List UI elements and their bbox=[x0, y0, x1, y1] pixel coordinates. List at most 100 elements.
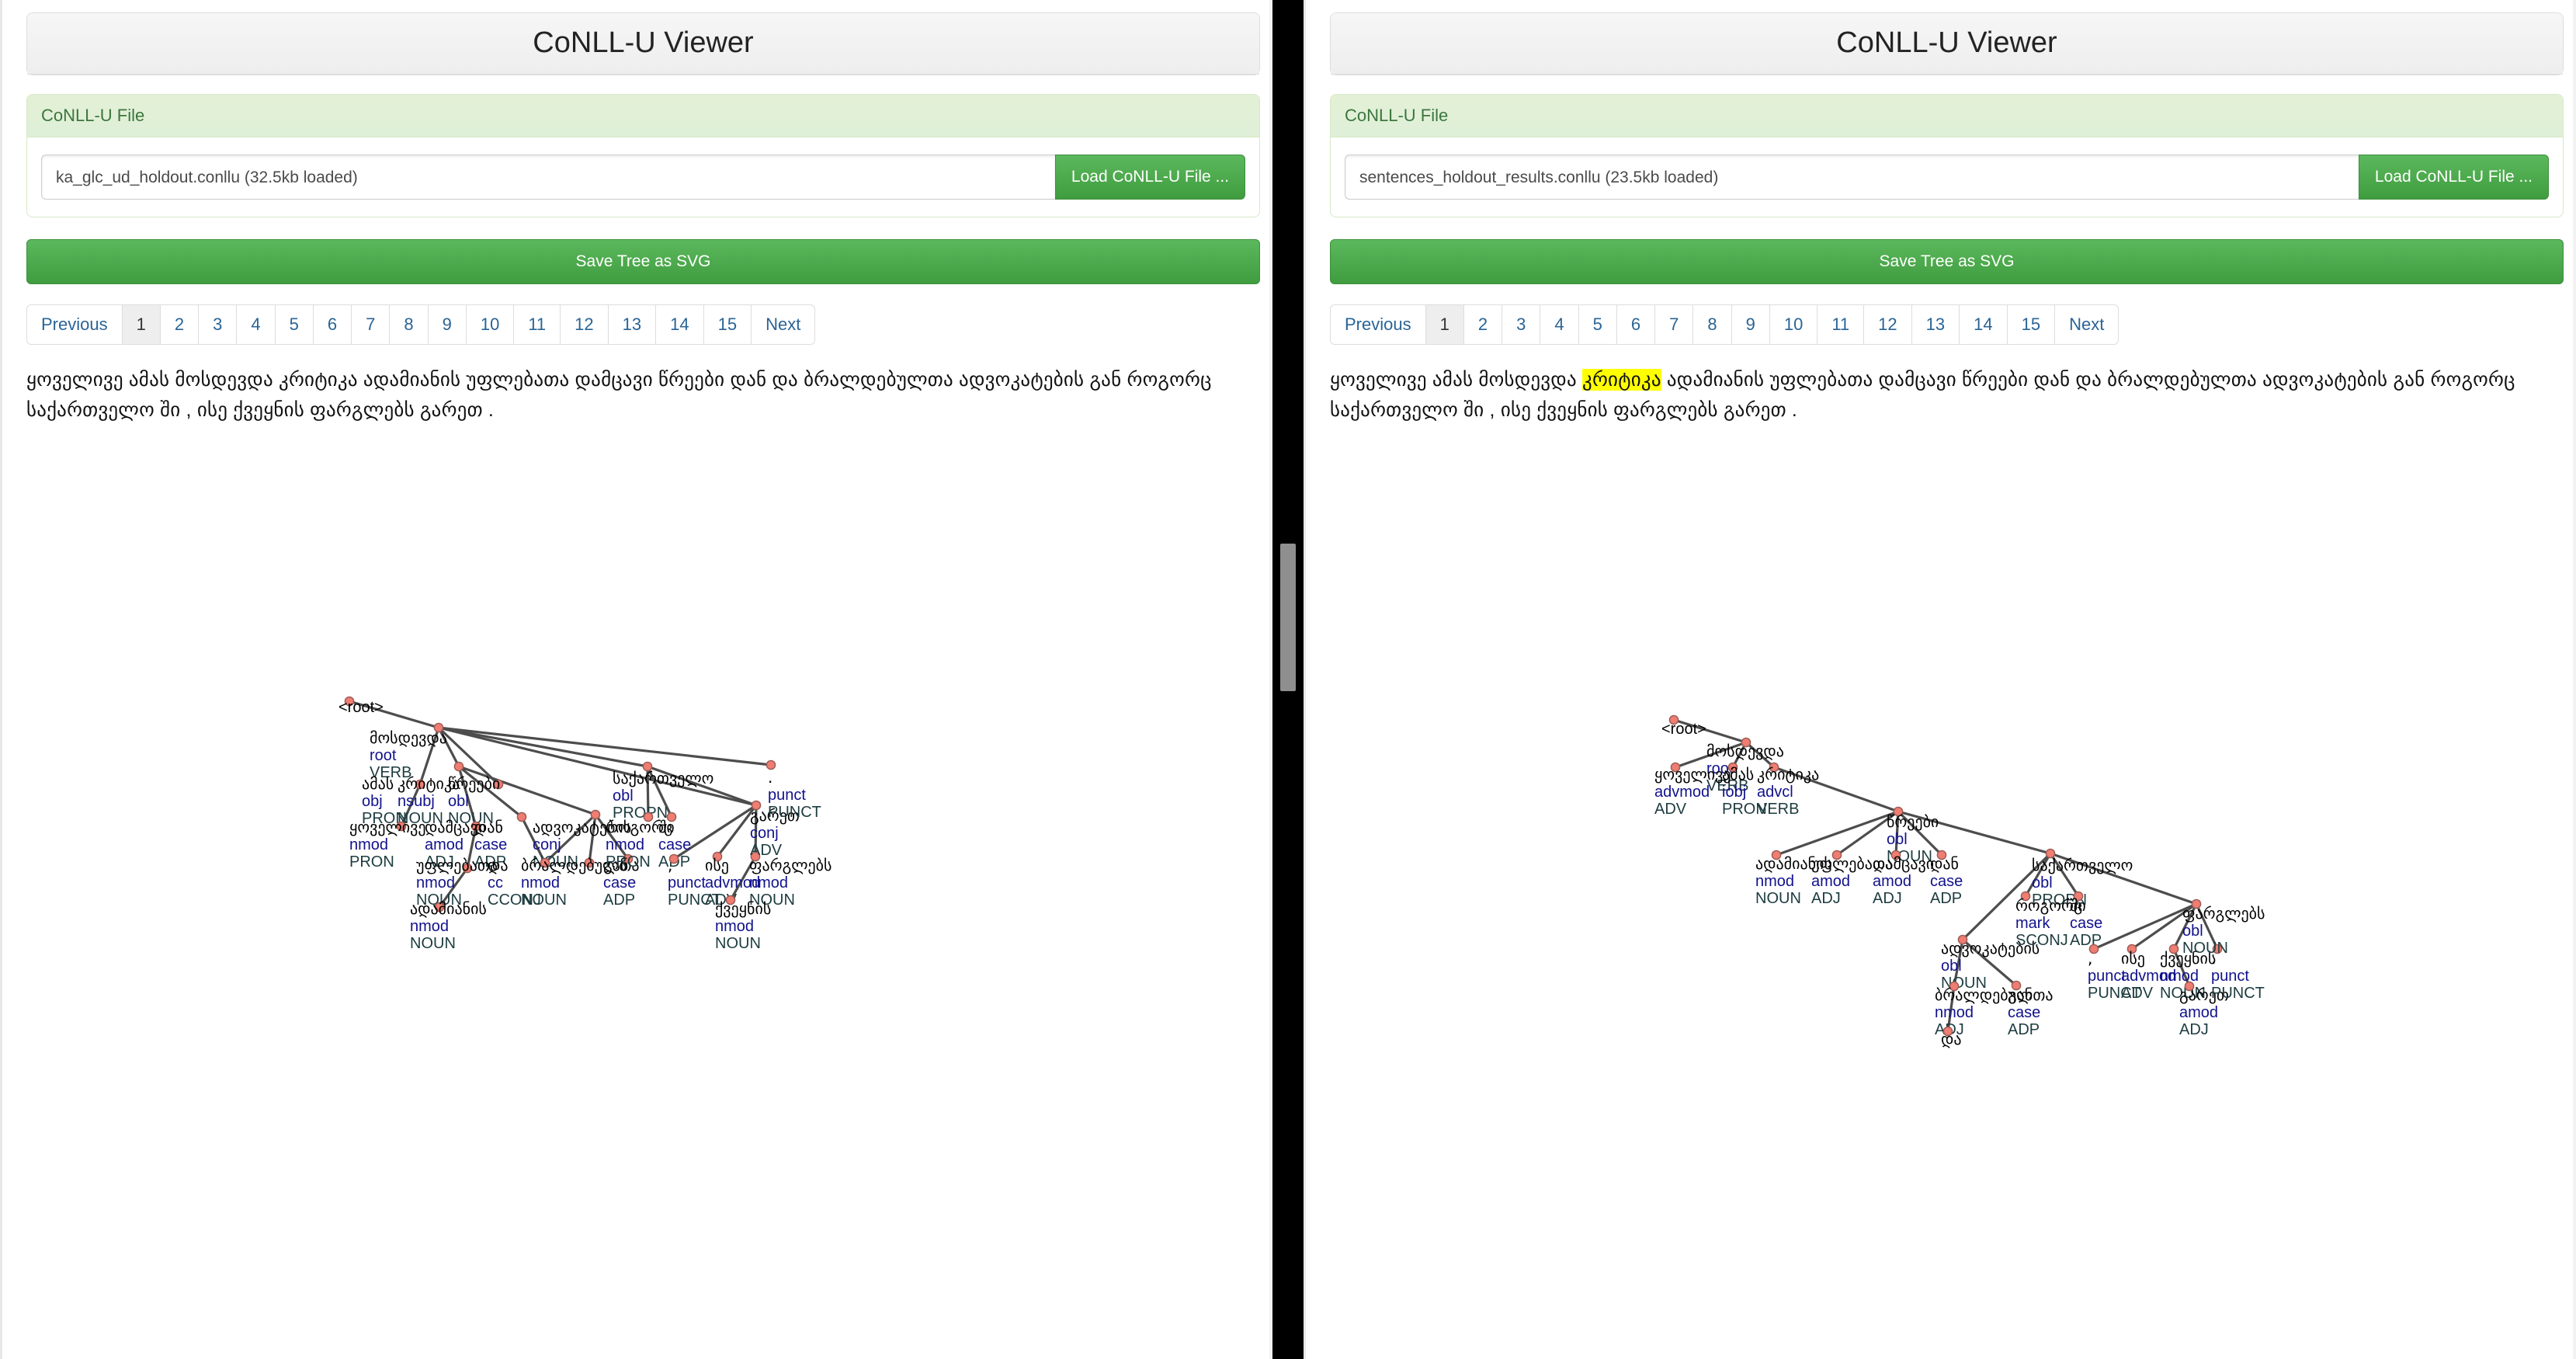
pagination-page-8[interactable]: 8 bbox=[389, 304, 428, 345]
tree-node-root-label: <root> bbox=[1661, 721, 1706, 738]
tree-node-deprel: punct bbox=[2088, 968, 2126, 985]
tree-node-deprel: case bbox=[658, 836, 691, 853]
tree-node-dot[interactable] bbox=[453, 761, 464, 772]
left-file-panel-heading: CoNLL-U File bbox=[27, 94, 1259, 137]
pagination-next[interactable]: Next bbox=[751, 304, 816, 345]
pagination-page-10-right[interactable]: 10 bbox=[1769, 304, 1817, 345]
save-tree-as-svg-button[interactable]: Save Tree as SVG bbox=[26, 238, 1260, 284]
pagination-page-1-right[interactable]: 1 bbox=[1425, 304, 1463, 345]
right-file-panel-heading: CoNLL-U File bbox=[1331, 94, 2563, 137]
tree-node-upos: ADP bbox=[603, 892, 635, 909]
pagination-page-5[interactable]: 5 bbox=[274, 304, 313, 345]
right-pane-edge bbox=[1304, 0, 1306, 1359]
tree-node-dot[interactable] bbox=[516, 812, 527, 822]
pagination-previous[interactable]: Previous bbox=[26, 304, 122, 345]
tree-node-deprel: cc bbox=[488, 874, 503, 892]
pagination-page-10[interactable]: 10 bbox=[465, 304, 514, 345]
pagination-page-7[interactable]: 7 bbox=[351, 304, 390, 345]
pagination-page-4[interactable]: 4 bbox=[236, 304, 275, 345]
page-title-right: CoNLL-U Viewer bbox=[1836, 26, 2057, 59]
pagination-page-7-right[interactable]: 7 bbox=[1654, 304, 1693, 345]
gutter-scrollbar-thumb[interactable] bbox=[1280, 544, 1296, 691]
pagination-page-9-right[interactable]: 9 bbox=[1731, 304, 1769, 345]
right-pane-scrollbar[interactable] bbox=[2573, 0, 2576, 1359]
tree-node-form: წრეები bbox=[448, 774, 500, 793]
file-name-input-right[interactable]: sentences_holdout_results.conllu (23.5kb… bbox=[1345, 154, 2359, 200]
tree-node-upos: NOUN bbox=[2182, 940, 2228, 957]
tree-node-deprel: obl bbox=[1941, 958, 1962, 975]
pagination-page-12-right[interactable]: 12 bbox=[1863, 304, 1911, 345]
tree-node-form: მოსდევდა bbox=[1706, 742, 1784, 760]
tree-edge bbox=[2093, 902, 2197, 951]
tree-node-upos: VERB bbox=[1757, 801, 1799, 818]
tree-node-upos: ADV bbox=[2121, 985, 2154, 1002]
tree-node-form: ყოველივე bbox=[349, 818, 426, 836]
tree-node-deprel: conj bbox=[750, 825, 779, 842]
pagination-page-15-right[interactable]: 15 bbox=[2006, 304, 2055, 345]
pagination-page-15[interactable]: 15 bbox=[703, 304, 752, 345]
pagination-page-11[interactable]: 11 bbox=[513, 304, 561, 345]
tree-node-deprel: punct bbox=[2211, 968, 2249, 985]
tree-node-deprel: nmod bbox=[349, 836, 388, 853]
pagination-next-right[interactable]: Next bbox=[2054, 304, 2119, 345]
tree-node-deprel: conj bbox=[533, 836, 561, 853]
pagination-page-6-right[interactable]: 6 bbox=[1616, 304, 1655, 345]
pagination-page-8-right[interactable]: 8 bbox=[1692, 304, 1731, 345]
tree-node-upos: NOUN bbox=[715, 935, 761, 952]
pagination-page-14[interactable]: 14 bbox=[655, 304, 703, 345]
tree-node-deprel: amod bbox=[1811, 873, 1850, 890]
tree-edge bbox=[1776, 810, 1899, 857]
pagination-page-2[interactable]: 2 bbox=[159, 304, 199, 345]
tree-node-root-label: <root> bbox=[338, 699, 384, 716]
tree-node-form: ბრალდებულთა bbox=[1935, 985, 2054, 1004]
tree-node-deprel: nmod bbox=[606, 836, 644, 853]
tree-node-upos: PRON bbox=[606, 853, 651, 871]
load-conllu-file-button[interactable]: Load CoNLL-U File ... bbox=[1054, 154, 1245, 200]
tree-node-upos: NOUN bbox=[521, 892, 567, 909]
tree-node-form: ისე bbox=[705, 856, 729, 874]
pagination-page-5-right[interactable]: 5 bbox=[1578, 304, 1616, 345]
dual-browser-screenshot: CoNLL-U Viewer CoNLL-U File ka_glc_ud_ho… bbox=[0, 0, 2576, 1359]
pagination-page-9[interactable]: 9 bbox=[427, 304, 466, 345]
tree-node-form: , bbox=[668, 856, 672, 874]
tree-node-upos: PUNCT bbox=[2211, 985, 2265, 1002]
right-tree-svg[interactable]: <root>მოსდევდაrootVERBყოველივეadvmodADVა… bbox=[1330, 439, 2572, 1052]
left-tree-svg[interactable]: <root>მოსდევდაrootVERBამასobjPRONკრიტიკა… bbox=[26, 439, 1160, 967]
pagination-page-3-right[interactable]: 3 bbox=[1502, 304, 1540, 345]
pagination-page-2-right[interactable]: 2 bbox=[1463, 304, 1502, 345]
tree-node-deprel: case bbox=[2008, 1004, 2040, 1021]
tree-node-form: გან bbox=[2008, 985, 2033, 1004]
pagination-page-11-right[interactable]: 11 bbox=[1817, 304, 1864, 345]
right-dependency-tree: <root> მოსდევდა root VERB ყოველივე advmod ADV ა… bbox=[1330, 439, 2564, 1359]
pagination-page-1[interactable]: 1 bbox=[121, 304, 160, 345]
tree-node-form: ამას bbox=[362, 774, 394, 793]
pagination-page-13[interactable]: 13 bbox=[607, 304, 656, 345]
tree-node-deprel: punct bbox=[668, 874, 706, 892]
tree-node-form: და bbox=[1941, 1030, 1962, 1048]
pagination-page-12[interactable]: 12 bbox=[560, 304, 608, 345]
tree-node-deprel: obl bbox=[2032, 874, 2053, 892]
tree-node-deprel: advmod bbox=[1654, 784, 1710, 801]
pagination-page-13-right[interactable]: 13 bbox=[1911, 304, 1960, 345]
tree-node-form: ადამიანის bbox=[410, 899, 487, 918]
tree-node-deprel: iobj bbox=[1722, 784, 1746, 801]
file-name-input[interactable]: ka_glc_ud_holdout.conllu (32.5kb loaded) bbox=[41, 154, 1055, 200]
tree-node-upos: ADP bbox=[1930, 890, 1962, 907]
pagination-page-6[interactable]: 6 bbox=[312, 304, 352, 345]
pagination-page-14-right[interactable]: 14 bbox=[1959, 304, 2007, 345]
tree-node-deprel: case bbox=[2070, 915, 2102, 932]
pagination-page-4-right[interactable]: 4 bbox=[1540, 304, 1578, 345]
left-file-panel-body: ka_glc_ud_holdout.conllu (32.5kb loaded)… bbox=[27, 137, 1259, 217]
tree-node-deprel: nmod bbox=[1935, 1004, 1974, 1021]
right-pagination: Previous 1 2 3 4 5 6 7 8 9 10 11 12 13 1… bbox=[1330, 304, 2564, 345]
tree-node-deprel: obl bbox=[448, 793, 469, 810]
pagination-previous-right[interactable]: Previous bbox=[1330, 304, 1425, 345]
load-conllu-file-button-right[interactable]: Load CoNLL-U File ... bbox=[2358, 154, 2549, 200]
tree-node-deprel: obl bbox=[613, 787, 634, 805]
right-browser-pane: CoNLL-U Viewer CoNLL-U File sentences_ho… bbox=[1304, 0, 2576, 1359]
left-sentence-text: ყოველივე ამას მოსდევდა კრიტიკა ადამიანის… bbox=[26, 365, 1260, 426]
pagination-page-3[interactable]: 3 bbox=[198, 304, 237, 345]
save-tree-as-svg-button-right[interactable]: Save Tree as SVG bbox=[1330, 238, 2564, 284]
sentence-chunk: ყოველივე ამას მოსდევდა bbox=[1330, 368, 1582, 391]
tree-node-deprel: nsubj bbox=[398, 793, 435, 810]
